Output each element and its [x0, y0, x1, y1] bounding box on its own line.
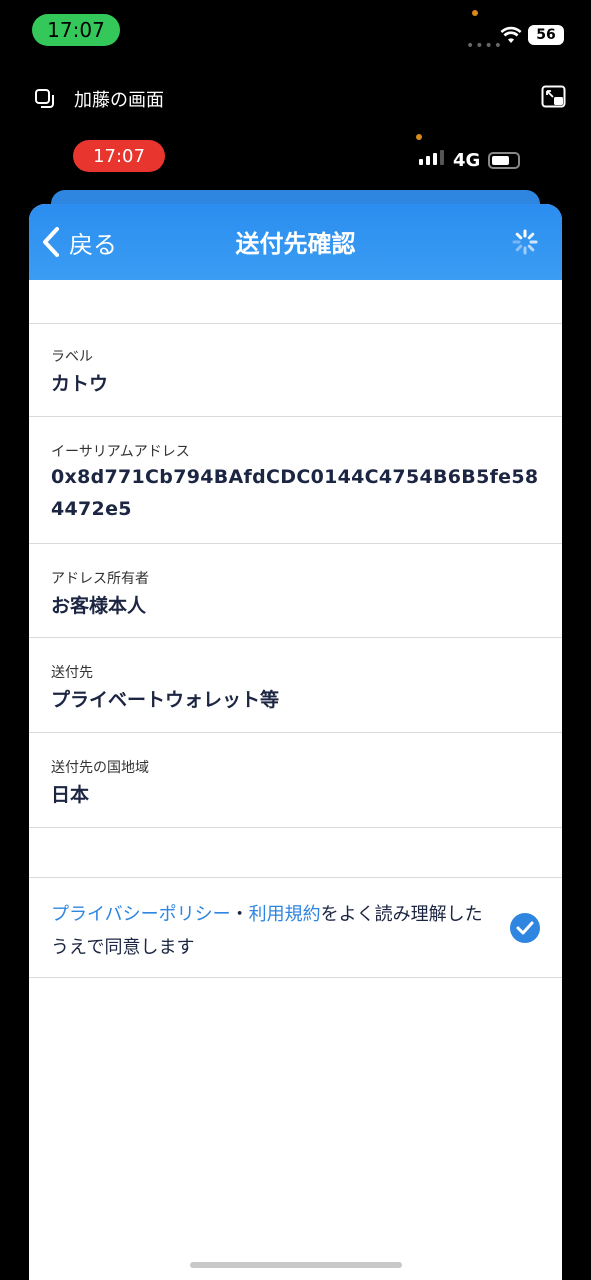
battery-level: 56 — [536, 27, 556, 43]
navigation-bar: 戻る 送付先確認 — [29, 204, 562, 280]
ethereum-address-label: イーサリアムアドレス — [51, 444, 190, 460]
wifi-icon — [500, 26, 522, 43]
consent-separator: ・ — [230, 904, 249, 925]
destination-country-row: 送付先の国地域 日本 — [29, 733, 562, 828]
battery-icon: 56 — [528, 25, 564, 45]
privacy-indicator-dot — [416, 134, 422, 140]
battery-icon — [488, 152, 520, 169]
terms-of-use-link[interactable]: 利用規約 — [249, 904, 321, 925]
consent-row[interactable]: プライバシーポリシー・利用規約をよく読み理解したうえで同意します — [29, 878, 562, 978]
home-indicator[interactable] — [190, 1262, 402, 1268]
destination-label: 送付先 — [51, 665, 93, 681]
label-row: ラベル カトウ — [29, 324, 562, 417]
screen-share-icon — [35, 89, 54, 108]
privacy-policy-link[interactable]: プライバシーポリシー — [51, 904, 231, 925]
destination-value: プライベートウォレット等 — [51, 689, 280, 711]
recipient-confirmation-sheet: 戻る 送付先確認 ラベル カトウ イーサリアムアドレス 0x8d771Cb794… — [29, 204, 562, 1280]
address-owner-value: お客様本人 — [51, 595, 147, 617]
outer-status-bar: 17:07 •••• 56 — [0, 0, 591, 60]
signal-dots-icon: •••• — [466, 38, 504, 54]
destination-country-label: 送付先の国地域 — [51, 760, 149, 776]
network-type: 4G — [453, 150, 481, 171]
cellular-signal-icon — [419, 150, 444, 165]
recording-time-pill[interactable]: 17:07 — [73, 140, 165, 172]
checkmark-icon — [516, 921, 534, 935]
pip-icon[interactable] — [541, 85, 567, 109]
loading-spinner-icon — [512, 229, 538, 255]
section-spacer — [29, 280, 562, 324]
address-owner-row: アドレス所有者 お客様本人 — [29, 544, 562, 638]
privacy-indicator-dot — [472, 10, 478, 16]
ethereum-address-row: イーサリアムアドレス 0x8d771Cb794BAfdCDC0144C4754B… — [29, 417, 562, 544]
inner-status-bar: 17:07 4G — [0, 130, 591, 186]
section-spacer — [29, 828, 562, 878]
consent-checkbox[interactable] — [510, 913, 540, 943]
shared-screen-title: 加藤の画面 — [74, 90, 164, 111]
consent-text: プライバシーポリシー・利用規約をよく読み理解したうえで同意します — [51, 898, 491, 964]
label-field-value: カトウ — [51, 373, 109, 395]
destination-row: 送付先 プライベートウォレット等 — [29, 638, 562, 733]
screen-share-bar: 加藤の画面 — [0, 74, 591, 122]
address-owner-label: アドレス所有者 — [51, 571, 149, 587]
destination-country-value: 日本 — [51, 784, 90, 806]
ethereum-address-value: 0x8d771Cb794BAfdCDC0144C4754B6B5fe584472… — [51, 466, 539, 520]
screen-share-time-pill[interactable]: 17:07 — [32, 14, 120, 46]
label-field-label: ラベル — [51, 349, 93, 365]
page-title: 送付先確認 — [235, 230, 356, 258]
